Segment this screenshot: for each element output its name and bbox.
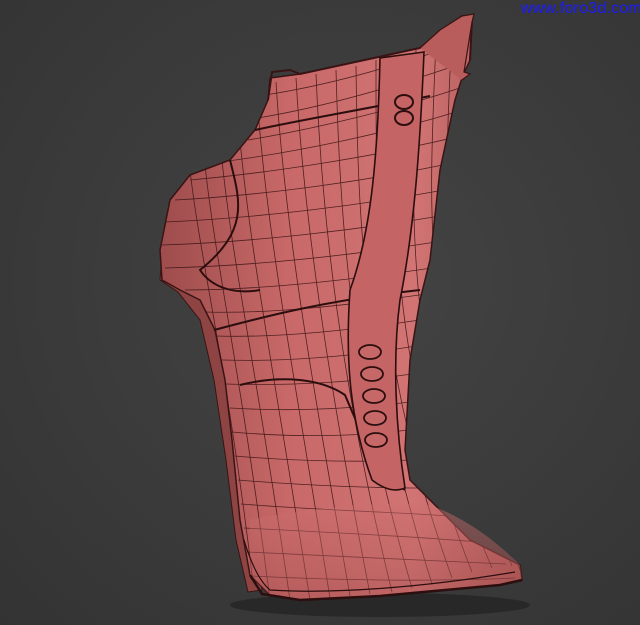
boot-mesh-render[interactable] bbox=[0, 0, 640, 625]
lace-hook bbox=[358, 344, 382, 360]
lace-hook bbox=[362, 388, 386, 404]
lace-hook bbox=[360, 366, 384, 382]
3d-viewport[interactable]: www.foro3d.com bbox=[0, 0, 640, 625]
lace-hook bbox=[363, 410, 387, 426]
watermark-text: www.foro3d.com bbox=[520, 0, 640, 17]
lace-hook bbox=[364, 432, 388, 448]
